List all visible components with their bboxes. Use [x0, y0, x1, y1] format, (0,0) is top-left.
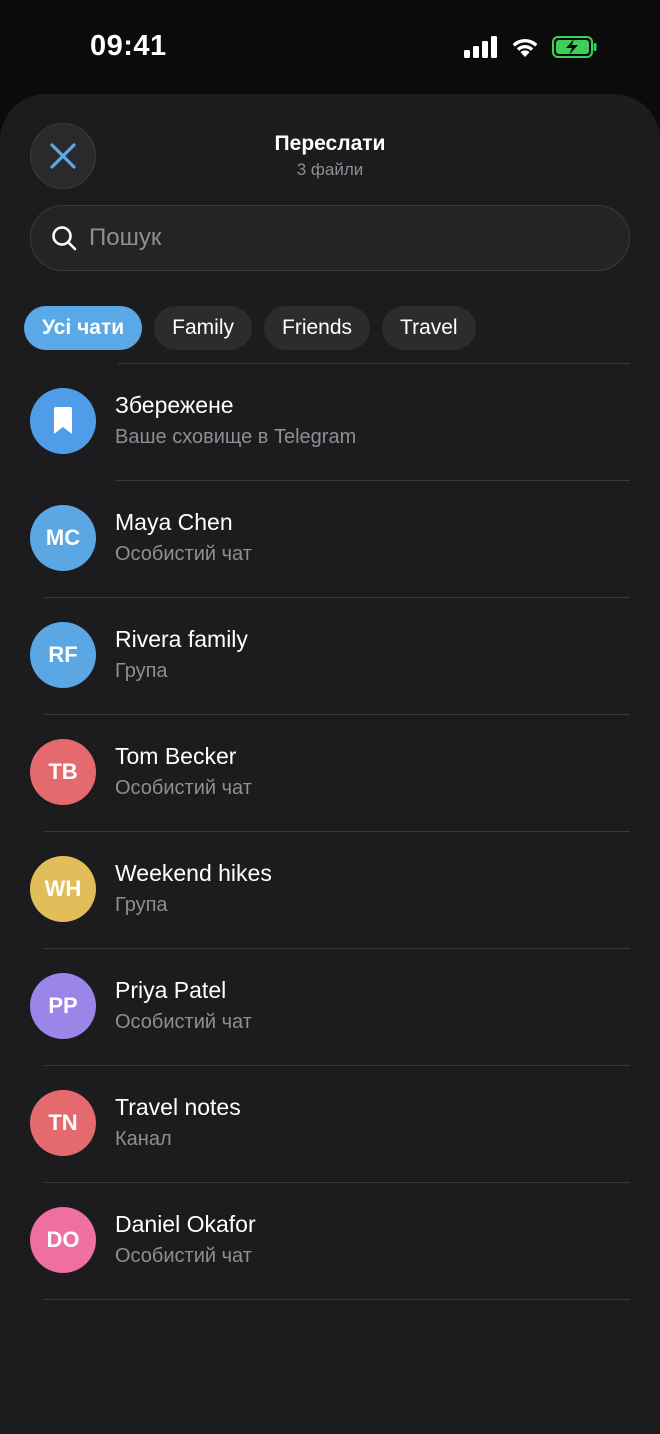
chat-subtitle: Особистий чат	[115, 1011, 252, 1033]
avatar: PP	[30, 973, 96, 1039]
chat-name: Travel notes	[115, 1094, 241, 1120]
avatar: TN	[30, 1090, 96, 1156]
forward-sheet: Переслати 3 файли Усі чати Family Friend…	[0, 94, 660, 1434]
sheet-title: Переслати	[274, 132, 386, 155]
chat-row[interactable]: TB Tom Becker Особистий чат	[0, 715, 660, 832]
avatar: WH	[30, 856, 96, 922]
tab-all-chats[interactable]: Усі чати	[24, 306, 143, 350]
status-icons	[464, 36, 598, 58]
chat-subtitle: Особистий чат	[115, 543, 252, 565]
avatar: RF	[30, 622, 96, 688]
tab-family[interactable]: Family	[154, 306, 252, 350]
chat-subtitle: Канал	[115, 1128, 172, 1150]
avatar: TB	[30, 739, 96, 805]
chat-name: Daniel Okafor	[115, 1211, 256, 1237]
chat-name: Rivera family	[115, 626, 248, 652]
chat-name: Priya Patel	[115, 977, 227, 1003]
chat-row[interactable]: MC Maya Chen Особистий чат	[0, 481, 660, 598]
avatar: MC	[30, 505, 96, 571]
chat-row-saved[interactable]: Збережене Ваше сховище в Telegram	[0, 364, 660, 481]
status-time: 09:41	[90, 30, 167, 62]
chat-name: Збережене	[115, 392, 234, 418]
chat-filter-tabs: Усі чати Family Friends Travel	[24, 306, 476, 350]
wifi-icon	[512, 38, 538, 57]
avatar	[30, 388, 96, 454]
avatar: DO	[30, 1207, 96, 1273]
chat-name: Maya Chen	[115, 509, 233, 535]
chat-subtitle: Ваше сховище в Telegram	[115, 426, 357, 448]
chat-row[interactable]: DO Daniel Okafor Особистий чат	[0, 1183, 660, 1300]
search-input[interactable]	[89, 224, 629, 252]
search-icon	[52, 226, 77, 251]
search-bar[interactable]	[30, 205, 630, 271]
chat-list: Збережене Ваше сховище в Telegram MC May…	[0, 364, 660, 1300]
divider	[44, 1299, 630, 1300]
chat-row[interactable]: WH Weekend hikes Група	[0, 832, 660, 949]
tab-friends[interactable]: Friends	[264, 306, 371, 350]
chat-row[interactable]: PP Priya Patel Особистий чат	[0, 949, 660, 1066]
chat-name: Weekend hikes	[115, 860, 272, 886]
tab-travel[interactable]: Travel	[382, 306, 476, 350]
bookmark-icon	[54, 407, 72, 434]
cellular-signal-icon	[464, 36, 497, 58]
chat-row[interactable]: TN Travel notes Канал	[0, 1066, 660, 1183]
chat-row[interactable]: RF Rivera family Група	[0, 598, 660, 715]
battery-charging-icon	[552, 36, 597, 58]
chat-subtitle: Група	[115, 660, 168, 682]
chat-subtitle: Особистий чат	[115, 777, 252, 799]
chat-name: Tom Becker	[115, 743, 237, 769]
chat-subtitle: Особистий чат	[115, 1245, 252, 1267]
chat-subtitle: Група	[115, 894, 168, 916]
status-bar: 09:41	[0, 0, 660, 96]
sheet-subtitle: 3 файли	[296, 160, 364, 179]
